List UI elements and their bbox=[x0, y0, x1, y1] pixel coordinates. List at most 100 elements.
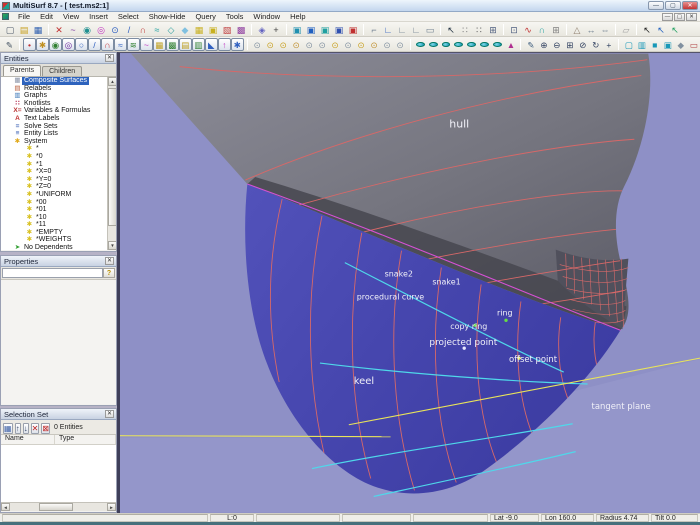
show-bulb-1-icon[interactable]: ⊙ bbox=[251, 38, 264, 51]
tree-item-star-10[interactable]: ✱*10 bbox=[1, 214, 116, 222]
minimize-button[interactable]: — bbox=[648, 1, 664, 10]
selection-move-down-button[interactable]: ↓ bbox=[23, 423, 29, 434]
grid-dots-small-icon[interactable]: ∷ bbox=[458, 23, 472, 36]
frame-tool-icon[interactable]: ⌐ bbox=[367, 23, 381, 36]
display-hidden-line-icon[interactable]: ▥ bbox=[635, 38, 648, 51]
insert-surface-icon[interactable]: ◇ bbox=[164, 23, 178, 36]
insert-point-icon[interactable]: ✕ bbox=[52, 23, 66, 36]
tab-children[interactable]: Children bbox=[42, 66, 82, 76]
zoom-out-icon[interactable]: ⊖ bbox=[550, 38, 563, 51]
viewport[interactable]: hullsnake2snake1procedural curveringcopy… bbox=[117, 52, 700, 513]
drag-mode-icon[interactable]: ✎ bbox=[3, 38, 16, 51]
selection-set-close-button[interactable]: ✕ bbox=[105, 410, 114, 418]
quick-knot-icon[interactable]: ✱ bbox=[231, 38, 244, 51]
axis-tool-icon[interactable]: ∟ bbox=[381, 23, 395, 36]
view-window-3-icon[interactable]: ▣ bbox=[318, 23, 332, 36]
insert-knotlist-icon[interactable]: ◈ bbox=[255, 23, 269, 36]
insert-variable-icon[interactable]: + bbox=[269, 23, 283, 36]
quick-ccurve-icon[interactable]: ≋ bbox=[127, 38, 140, 51]
insert-surface-2-icon[interactable]: ◆ bbox=[178, 23, 192, 36]
insert-line-icon[interactable]: / bbox=[122, 23, 136, 36]
mdi-restore-button[interactable]: ▢ bbox=[674, 13, 685, 21]
quick-bcurve-icon[interactable]: ≈ bbox=[114, 38, 127, 51]
hide-bulb-2-icon[interactable]: ⊙ bbox=[342, 38, 355, 51]
pan-view-icon[interactable]: + bbox=[602, 38, 615, 51]
insert-snake-icon[interactable]: ≈ bbox=[150, 23, 164, 36]
hide-bulb-5-icon[interactable]: ⊙ bbox=[381, 38, 394, 51]
quick-net-surface-icon[interactable]: ▦ bbox=[153, 38, 166, 51]
selection-move-up-button[interactable]: ↑ bbox=[15, 423, 21, 434]
tree-item-star-00[interactable]: ✱*00 bbox=[1, 199, 116, 207]
entities-close-button[interactable]: ✕ bbox=[105, 54, 114, 62]
quick-snake-icon[interactable]: ~ bbox=[140, 38, 153, 51]
select-cursor-icon[interactable]: ↖ bbox=[444, 23, 458, 36]
menu-help[interactable]: Help bbox=[285, 12, 310, 21]
capture-tool-icon[interactable]: ▱ bbox=[619, 23, 633, 36]
quick-mirrored-point-icon[interactable]: ◉ bbox=[49, 38, 62, 51]
view-window-4-icon[interactable]: ▣ bbox=[332, 23, 346, 36]
quick-point-icon[interactable]: • bbox=[23, 38, 36, 51]
display-capture-icon[interactable]: ▭ bbox=[687, 38, 700, 51]
teal-arc-tool-icon[interactable]: ∩ bbox=[535, 23, 549, 36]
column-type[interactable]: Type bbox=[55, 435, 116, 444]
tree-item-star-1[interactable]: ✱*1 bbox=[1, 161, 116, 169]
quick-ruled-surface-icon[interactable]: ▤ bbox=[179, 38, 192, 51]
save-file-icon[interactable]: ▦ bbox=[31, 23, 45, 36]
insert-composite-icon[interactable]: ▩ bbox=[234, 23, 248, 36]
scroll-up-icon[interactable]: ▲ bbox=[108, 77, 116, 86]
menu-show-hide[interactable]: Show-Hide bbox=[144, 12, 191, 21]
insert-magnet-icon[interactable]: ◎ bbox=[94, 23, 108, 36]
show-bulb-5-icon[interactable]: ⊙ bbox=[303, 38, 316, 51]
menu-view[interactable]: View bbox=[58, 12, 84, 21]
annotate-pen-icon[interactable]: ✎ bbox=[524, 38, 537, 51]
scroll-down-icon[interactable]: ▼ bbox=[108, 241, 116, 250]
view-window-1-icon[interactable]: ▣ bbox=[290, 23, 304, 36]
show-bulb-3-icon[interactable]: ⊙ bbox=[277, 38, 290, 51]
close-button[interactable]: ✕ bbox=[682, 1, 698, 10]
show-bulb-2-icon[interactable]: ⊙ bbox=[264, 38, 277, 51]
zoom-in-icon[interactable]: ⊕ bbox=[537, 38, 550, 51]
selection-remove-all-button[interactable]: ⊠ bbox=[41, 423, 50, 434]
selection-hscrollbar[interactable]: ◄ ► bbox=[1, 502, 116, 511]
view-front-icon[interactable] bbox=[429, 42, 438, 47]
hscroll-thumb[interactable] bbox=[39, 503, 73, 511]
hide-bulb-3-icon[interactable]: ⊙ bbox=[355, 38, 368, 51]
3d-scene[interactable]: hullsnake2snake1procedural curveringcopy… bbox=[120, 53, 700, 513]
hide-bulb-1-icon[interactable]: ⊙ bbox=[329, 38, 342, 51]
properties-entity-field[interactable] bbox=[2, 268, 103, 278]
select-entity-icon[interactable]: ↖ bbox=[654, 23, 668, 36]
hide-bulb-4-icon[interactable]: ⊙ bbox=[368, 38, 381, 51]
show-bulb-6-icon[interactable]: ⊙ bbox=[316, 38, 329, 51]
tree-item-star-11[interactable]: ✱*11 bbox=[1, 221, 116, 229]
tree-item-star-01[interactable]: ✱*01 bbox=[1, 206, 116, 214]
new-file-icon[interactable]: ▢ bbox=[3, 23, 17, 36]
tree-item-graphs[interactable]: ▥Graphs bbox=[1, 92, 116, 100]
menu-select[interactable]: Select bbox=[113, 12, 144, 21]
quick-projected-point-icon[interactable]: ✱ bbox=[36, 38, 49, 51]
view-top-icon[interactable] bbox=[454, 42, 463, 47]
menu-insert[interactable]: Insert bbox=[84, 12, 113, 21]
scroll-thumb[interactable] bbox=[108, 88, 116, 226]
show-bulb-4-icon[interactable]: ⊙ bbox=[290, 38, 303, 51]
quick-bead-icon[interactable]: ○ bbox=[75, 38, 88, 51]
tree-item-system[interactable]: ◢✱System bbox=[1, 138, 116, 146]
insert-trimmed-surface-icon[interactable]: ▣ bbox=[206, 23, 220, 36]
insert-net-surface-icon[interactable]: ▦ bbox=[192, 23, 206, 36]
tree-item-text-labels[interactable]: AText Labels bbox=[1, 115, 116, 123]
selection-grid-button[interactable]: ▦ bbox=[3, 423, 13, 434]
selection-remove-button[interactable]: ✕ bbox=[31, 423, 40, 434]
open-file-icon[interactable]: ▤ bbox=[17, 23, 31, 36]
menu-tools[interactable]: Tools bbox=[221, 12, 249, 21]
quick-ring-icon[interactable]: ◎ bbox=[62, 38, 75, 51]
quick-arc-icon[interactable]: ∩ bbox=[101, 38, 114, 51]
display-gray-icon[interactable]: ◆ bbox=[674, 38, 687, 51]
plane-tool-icon[interactable]: ▭ bbox=[423, 23, 437, 36]
display-wireframe-icon[interactable]: ▢ bbox=[622, 38, 635, 51]
scroll-right-icon[interactable]: ► bbox=[107, 503, 116, 511]
menu-query[interactable]: Query bbox=[190, 12, 220, 21]
tree-item-star-z0[interactable]: ✱*Z=0 bbox=[1, 183, 116, 191]
view-home-icon[interactable] bbox=[416, 42, 425, 47]
display-shaded-icon[interactable]: ■ bbox=[648, 38, 661, 51]
hide-bulb-6-icon[interactable]: ⊙ bbox=[394, 38, 407, 51]
insert-ring-icon[interactable]: ◉ bbox=[80, 23, 94, 36]
